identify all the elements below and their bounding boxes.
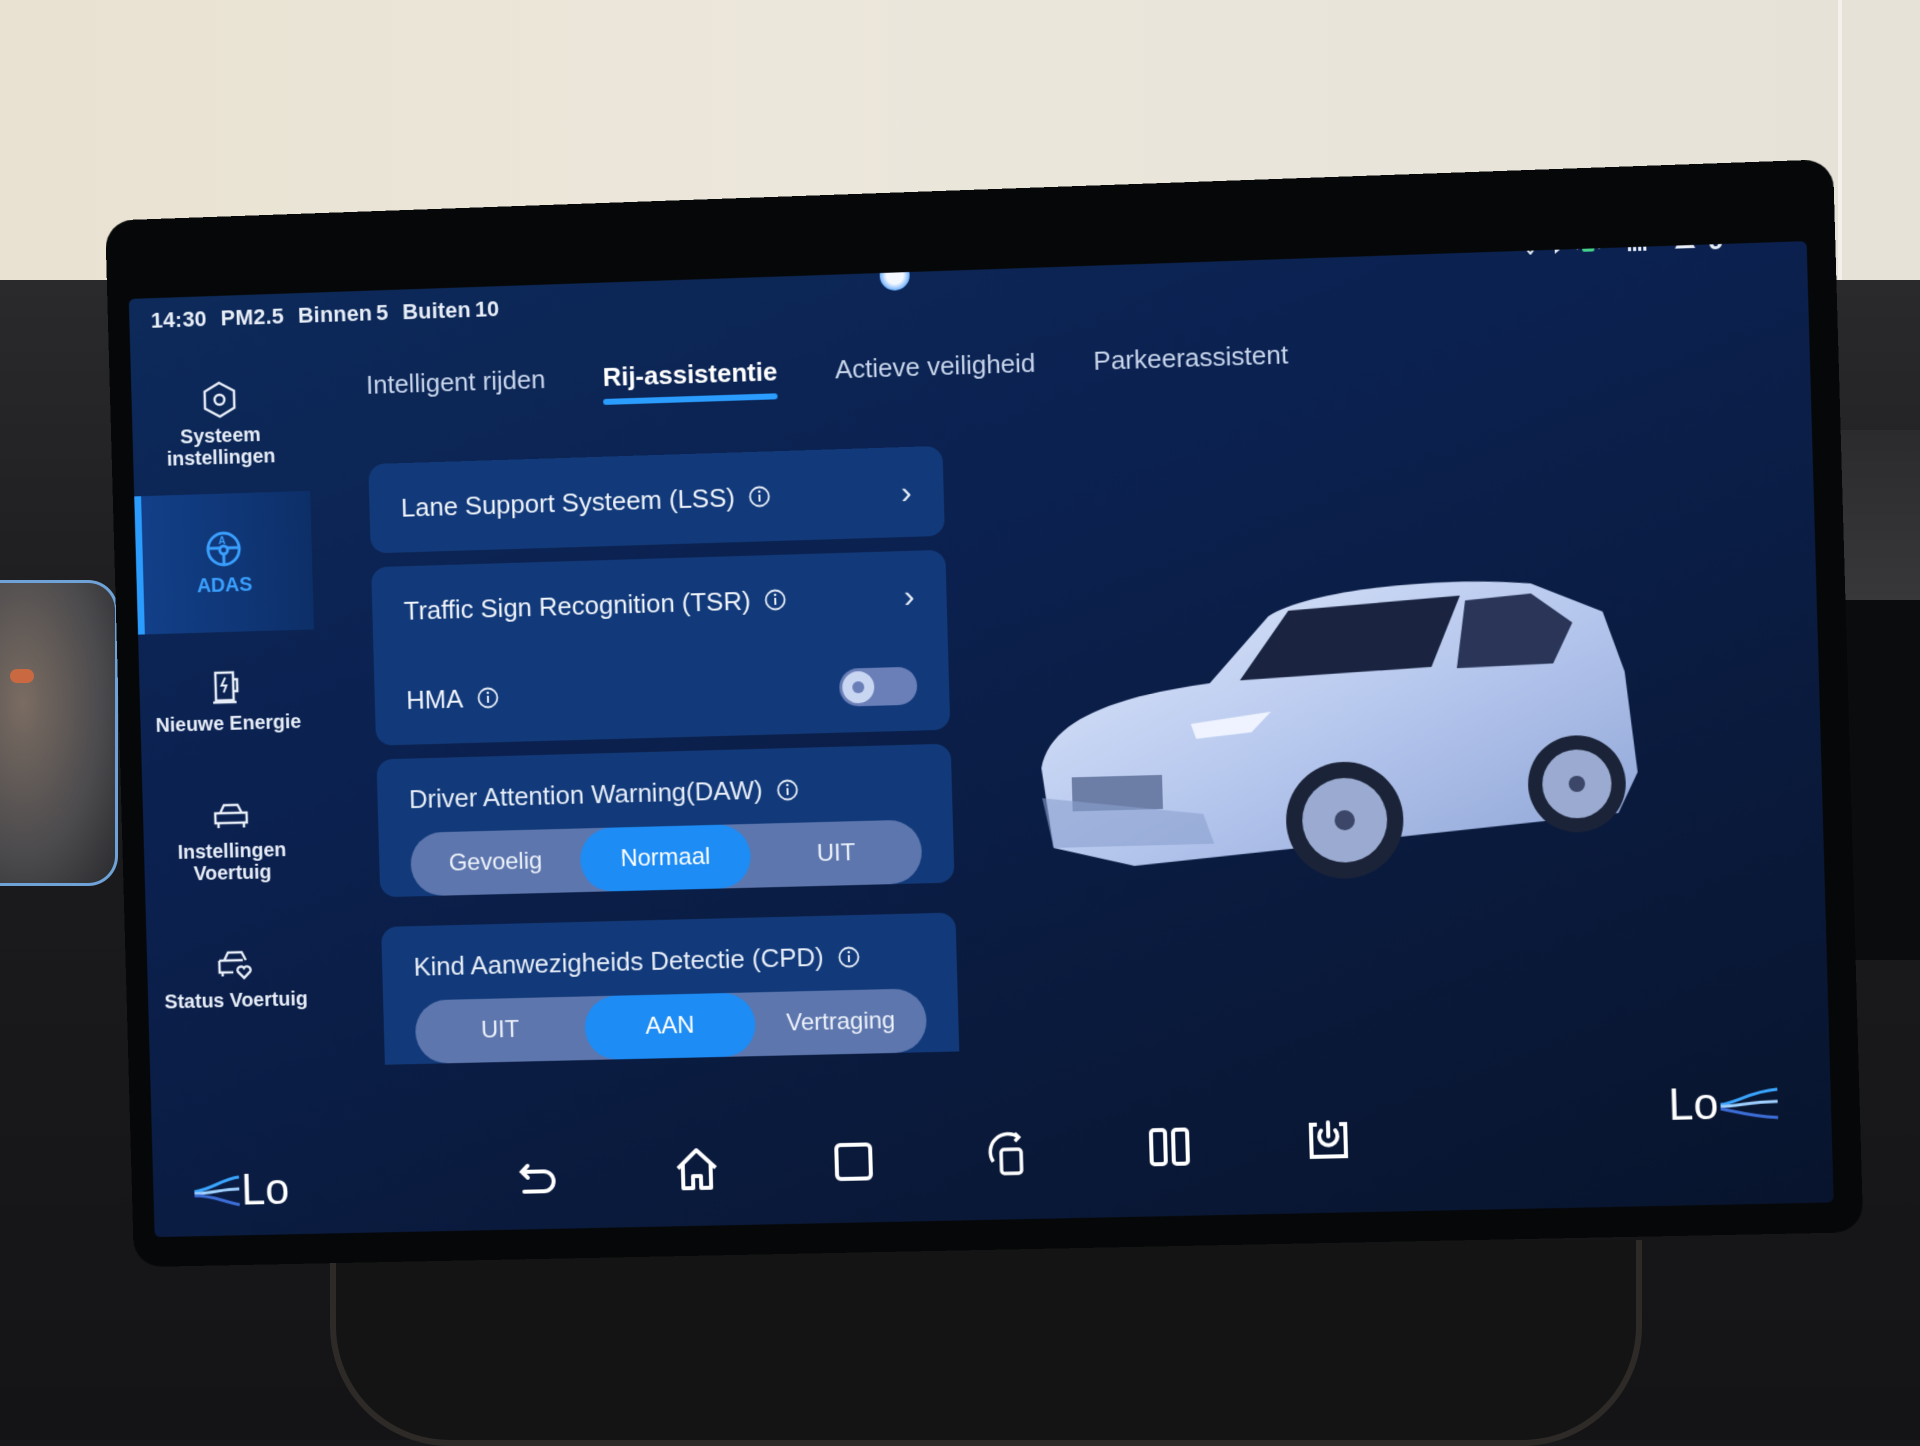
daw-card: Driver Attention Warning(DAW) Gevoelig N…: [376, 744, 954, 898]
gear-hex-icon: [199, 379, 239, 420]
cpd-card: Kind Aanwezigheids Detectie (CPD) UIT AA…: [381, 913, 959, 1065]
location-icon: [1522, 241, 1539, 259]
daw-option[interactable]: Normaal: [579, 824, 751, 892]
sidebar-item-label: Systeem: [180, 424, 261, 448]
daw-option[interactable]: UIT: [750, 819, 923, 887]
climate-left-temp[interactable]: Lo: [192, 1165, 290, 1217]
sidebar-item-system-settings[interactable]: Systeem instellingen: [130, 352, 310, 496]
hma-row: HMA: [374, 640, 951, 746]
screen-bezel: 14:30 PM2.5 Binnen5 Buiten10 4G 0°: [105, 159, 1863, 1267]
lss-card[interactable]: Lane Support Systeem (LSS) ›: [368, 446, 945, 554]
charging-station-icon: [207, 667, 247, 708]
hma-label: HMA: [406, 683, 464, 715]
back-icon[interactable]: [515, 1155, 562, 1202]
car-icon: [211, 795, 251, 836]
cpd-label: Kind Aanwezigheids Detectie (CPD): [413, 942, 824, 983]
daw-title: Driver Attention Warning(DAW): [376, 744, 952, 828]
split-screen-icon[interactable]: [1146, 1123, 1194, 1170]
outside-label-text: Buiten: [402, 297, 471, 324]
sidebar: Systeem instellingen A ADAS Nieuwe Energ…: [130, 352, 326, 1089]
sidebar-item-new-energy[interactable]: Nieuwe Energie: [138, 629, 318, 772]
cpd-segmented-control: UIT AAN Vertraging: [415, 988, 928, 1064]
notification-bell-icon[interactable]: [879, 260, 910, 291]
daw-label: Driver Attention Warning(DAW): [409, 775, 763, 815]
outside-temperature: 0°: [1707, 241, 1735, 257]
air-quality-label: PM2.5: [220, 304, 284, 331]
climate-left-value: Lo: [241, 1165, 290, 1215]
chevron-right-icon: ›: [903, 577, 915, 614]
status-bar: 14:30 PM2.5 Binnen5 Buiten10: [151, 296, 508, 334]
inside-value: 5: [376, 300, 389, 325]
cpd-option[interactable]: UIT: [415, 996, 586, 1064]
tab-parking-assist[interactable]: Parkeerassistent: [1093, 339, 1289, 389]
wall-edge: [1838, 0, 1842, 300]
sidebar-item-vehicle-status[interactable]: Status Voertuig: [146, 907, 326, 1050]
clock: 14:30: [151, 306, 208, 333]
sidebar-item-label: Nieuwe Energie: [155, 711, 301, 737]
sidebar-item-label: Instellingen: [177, 839, 286, 864]
info-icon[interactable]: [477, 687, 499, 709]
cpd-option[interactable]: AAN: [584, 992, 756, 1060]
infotainment-screen: 14:30 PM2.5 Binnen5 Buiten10 4G 0°: [129, 241, 1834, 1237]
4g-signal-icon: 4G: [1613, 241, 1648, 257]
lss-label: Lane Support Systeem (LSS): [401, 482, 736, 523]
daw-segmented-control: Gevoelig Normaal UIT: [410, 819, 923, 896]
tab-active-safety[interactable]: Actieve veiligheid: [835, 348, 1037, 398]
status-icons: 4G 0°: [1522, 241, 1735, 263]
info-icon[interactable]: [837, 945, 860, 967]
recents-icon[interactable]: [830, 1138, 877, 1185]
tab-driving-assistance[interactable]: Rij-assistentie: [602, 356, 778, 405]
fan-wave-icon: [192, 1171, 242, 1212]
outside-label: Buiten10: [402, 296, 500, 324]
inside-label-text: Binnen: [298, 300, 373, 327]
sidebar-item-label: ADAS: [197, 574, 253, 597]
outside-value: 10: [475, 296, 500, 322]
sidebar-item-vehicle-settings[interactable]: Instellingen Voertuig: [142, 768, 322, 911]
warning-triangle-icon: [1673, 241, 1698, 255]
phone-charging-icon: [1573, 241, 1604, 258]
svg-text:A: A: [218, 536, 225, 547]
steering-wheel-icon: A: [204, 529, 244, 570]
rotate-screen-icon[interactable]: [986, 1131, 1033, 1178]
cpd-option[interactable]: Vertraging: [754, 988, 927, 1056]
sidebar-item-label: Status Voertuig: [164, 988, 308, 1013]
home-icon[interactable]: [673, 1146, 720, 1193]
toggle-knob: [842, 671, 875, 704]
bluetooth-icon: [1548, 241, 1563, 258]
hma-toggle[interactable]: [839, 667, 918, 707]
screen-off-icon[interactable]: [1305, 1116, 1353, 1163]
sidebar-item-adas[interactable]: A ADAS: [134, 491, 314, 635]
vehicle-image: [1006, 549, 1662, 909]
climate-right-value: Lo: [1668, 1079, 1719, 1131]
tsr-label: Traffic Sign Recognition (TSR): [403, 585, 751, 626]
chevron-right-icon: ›: [901, 473, 913, 510]
info-icon[interactable]: [764, 589, 786, 612]
warning-light: [10, 669, 34, 683]
tab-bar: Intelligent rijden Rij-assistentie Actie…: [366, 339, 1289, 412]
tsr-row[interactable]: Traffic Sign Recognition (TSR) ›: [371, 550, 948, 657]
climate-right-temp[interactable]: Lo: [1668, 1078, 1781, 1131]
instrument-cluster: [0, 580, 118, 886]
fan-wave-icon: [1718, 1083, 1780, 1125]
system-navbar: Lo Lo: [152, 1101, 1834, 1237]
tsr-card: Traffic Sign Recognition (TSR) › HMA: [371, 550, 950, 746]
sidebar-item-label: Voertuig: [193, 861, 271, 885]
tab-intelligent-driving[interactable]: Intelligent rijden: [366, 364, 546, 413]
car-heart-icon: [215, 944, 255, 985]
lss-row[interactable]: Lane Support Systeem (LSS) ›: [368, 446, 945, 554]
center-console: [330, 1240, 1642, 1446]
info-icon[interactable]: [776, 778, 798, 801]
inside-label: Binnen5: [298, 300, 389, 328]
cpd-title: Kind Aanwezigheids Detectie (CPD): [381, 913, 957, 996]
info-icon[interactable]: [748, 485, 770, 508]
settings-list: Lane Support Systeem (LSS) › Traffic Sig…: [368, 446, 959, 1079]
sidebar-item-label: instellingen: [167, 445, 276, 470]
daw-option[interactable]: Gevoelig: [410, 828, 581, 896]
